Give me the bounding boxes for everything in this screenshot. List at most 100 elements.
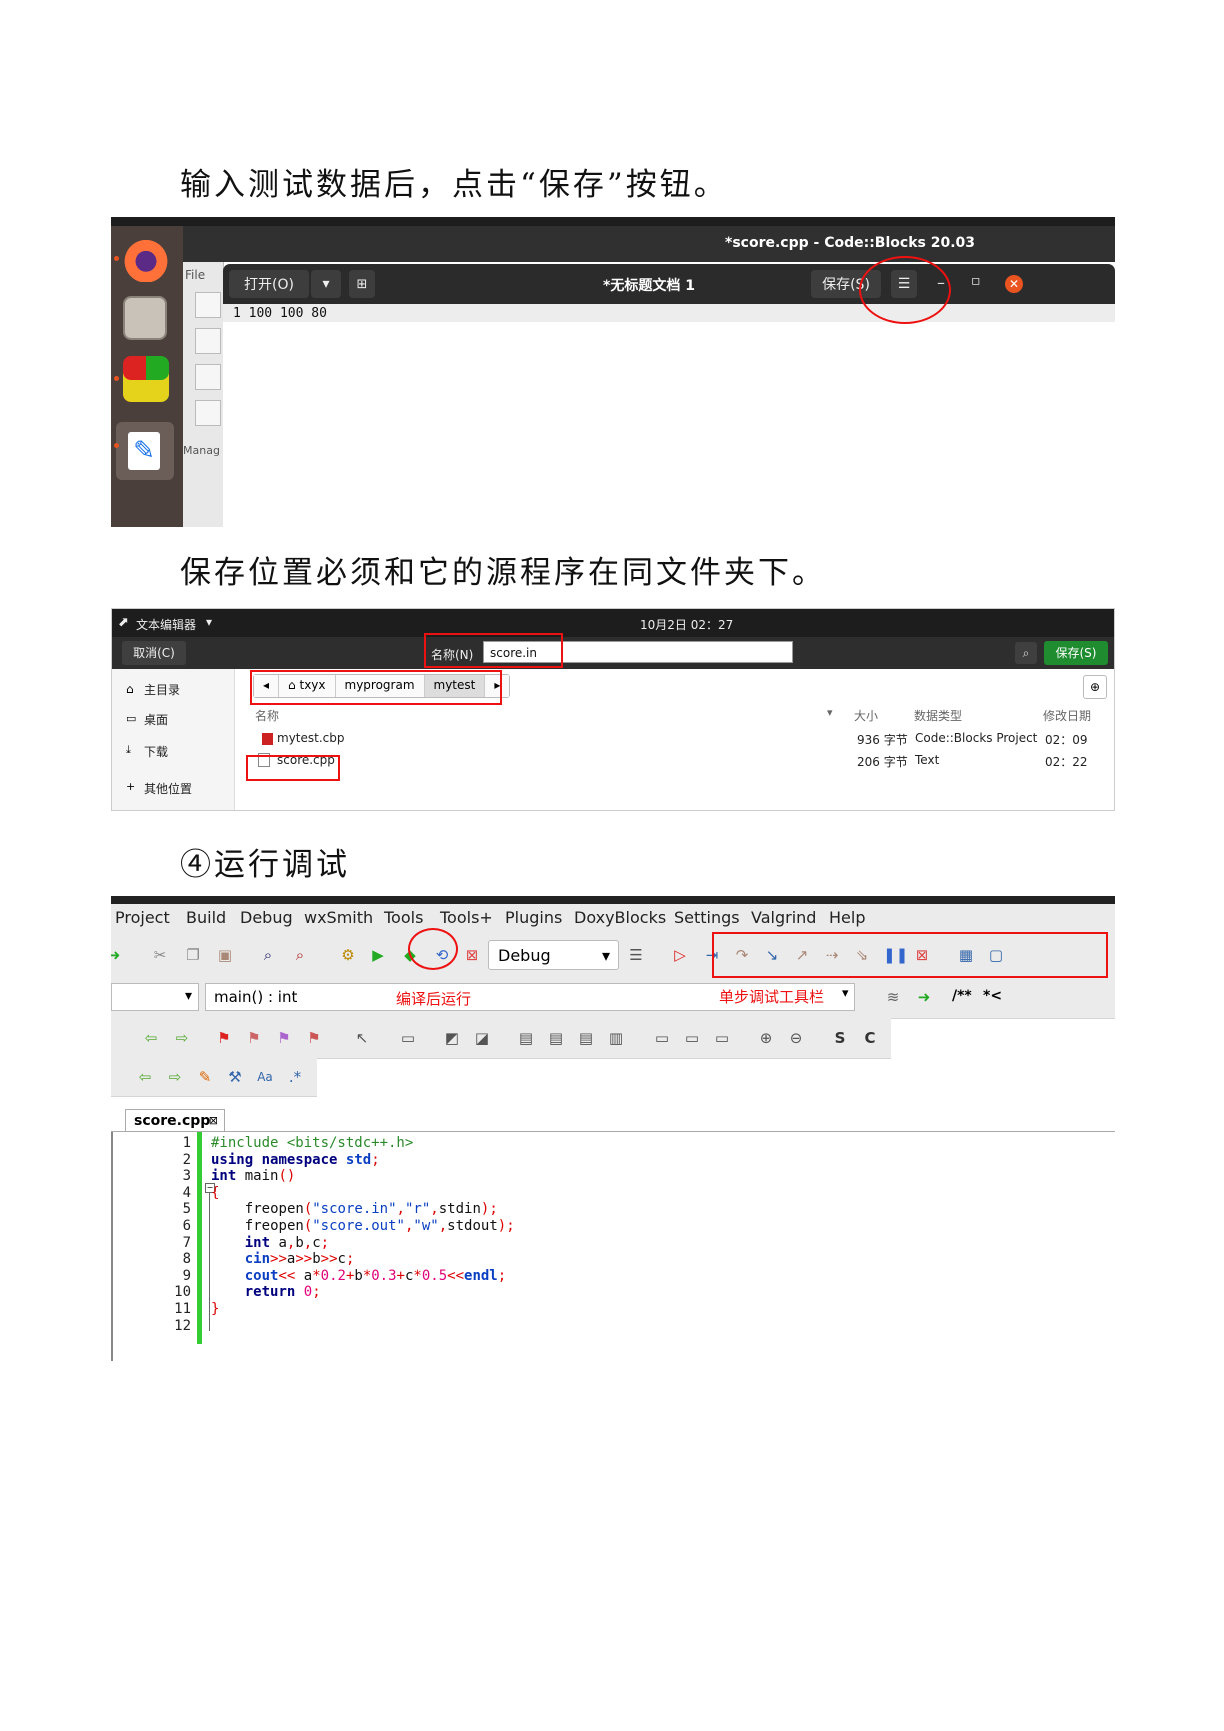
new-tab-button[interactable]: ⊞: [349, 270, 375, 298]
jump-icon[interactable]: ➜: [915, 988, 933, 1006]
toolbar-button[interactable]: [195, 364, 221, 390]
run-icon[interactable]: ▶: [369, 946, 387, 964]
menu-build[interactable]: Build: [186, 908, 226, 927]
build-gear-icon[interactable]: ⚙: [339, 946, 357, 964]
code-editor[interactable]: score.cpp ⊠ − 1 #include <bits/stdc++.h> 2…: [111, 1109, 1115, 1361]
sizer3-icon[interactable]: ▤: [577, 1029, 595, 1047]
code-line[interactable]: int a,b,c;: [211, 1235, 329, 1251]
toolbar-button[interactable]: [195, 328, 221, 354]
code-line[interactable]: }: [211, 1301, 219, 1317]
sidebar-item-desktop[interactable]: 桌面: [144, 711, 168, 728]
column-type[interactable]: 数据类型: [914, 707, 962, 724]
editor-body[interactable]: [223, 322, 1115, 527]
code-line[interactable]: int main(): [211, 1168, 295, 1184]
back-icon[interactable]: ⇦: [136, 1068, 154, 1086]
doxy-block-button[interactable]: /**: [952, 988, 972, 1004]
zoom-out-icon[interactable]: ⊖: [787, 1029, 805, 1047]
menu-help[interactable]: Help: [829, 908, 865, 927]
scope-select[interactable]: ▾: [111, 983, 199, 1011]
code-line[interactable]: {: [211, 1185, 219, 1201]
new-folder-button[interactable]: ⊕: [1083, 675, 1107, 699]
text-editor-icon[interactable]: ✎: [116, 422, 174, 480]
cut-icon[interactable]: ✂: [151, 946, 169, 964]
menu-tools-plus[interactable]: Tools+: [440, 908, 493, 927]
app-menu[interactable]: 文本编辑器: [136, 616, 196, 633]
menu-project[interactable]: Project: [115, 908, 170, 927]
zoom-in-icon[interactable]: ⊕: [757, 1029, 775, 1047]
frame-icon[interactable]: ▭: [653, 1029, 671, 1047]
paste-icon[interactable]: ▣: [216, 946, 234, 964]
code-line[interactable]: cin>>a>>b>>c;: [211, 1251, 355, 1267]
regex-icon[interactable]: .*: [286, 1068, 304, 1086]
ubuntu-dock: ✎: [111, 226, 183, 527]
annotation-build-run: 编译后运行: [396, 990, 472, 1008]
pointer-icon[interactable]: ↖: [353, 1029, 371, 1047]
code-line[interactable]: #include <bits/stdc++.h>: [211, 1135, 413, 1151]
menu-valgrind[interactable]: Valgrind: [751, 908, 816, 927]
forward-icon[interactable]: ⇨: [166, 1068, 184, 1086]
file-menu[interactable]: File: [185, 268, 205, 282]
code-line[interactable]: cout<< a*0.2+b*0.3+c*0.5<<endl;: [211, 1268, 506, 1284]
layout-icon[interactable]: ◩: [443, 1029, 461, 1047]
editor-tab[interactable]: score.cpp ⊠: [125, 1109, 225, 1131]
open-button[interactable]: 打开(O): [229, 270, 309, 298]
abort-icon[interactable]: ⊠: [463, 946, 481, 964]
bookmark-toggle-icon[interactable]: ⚑: [215, 1029, 233, 1047]
column-name[interactable]: 名称: [255, 707, 279, 724]
maximize-icon[interactable]: ▫: [971, 273, 981, 289]
s-icon[interactable]: S: [831, 1029, 849, 1047]
doxy-line-button[interactable]: *<: [983, 988, 1002, 1004]
sidebar-item-downloads[interactable]: 下载: [144, 743, 168, 760]
highlight-icon[interactable]: ✎: [196, 1068, 214, 1086]
files-icon[interactable]: [123, 296, 167, 340]
forward-icon[interactable]: ⇨: [173, 1029, 191, 1047]
save-button[interactable]: 保存(S): [1044, 641, 1108, 665]
menu-debug[interactable]: Debug: [240, 908, 293, 927]
code-line[interactable]: return 0;: [211, 1284, 321, 1300]
menu-settings[interactable]: Settings: [674, 908, 740, 927]
sizer4-icon[interactable]: ▥: [607, 1029, 625, 1047]
code-line[interactable]: freopen("score.in","r",stdin);: [211, 1201, 498, 1217]
codeblocks-icon[interactable]: [123, 356, 169, 402]
bookmark-next-icon[interactable]: ⚑: [275, 1029, 293, 1047]
bookmark-clear-icon[interactable]: ⚑: [305, 1029, 323, 1047]
frame3-icon[interactable]: ▭: [713, 1029, 731, 1047]
tools-icon[interactable]: ⚒: [226, 1068, 244, 1086]
column-size[interactable]: 大小: [854, 707, 878, 724]
widget-icon[interactable]: ▭: [399, 1029, 417, 1047]
close-icon[interactable]: ✕: [1005, 275, 1023, 293]
firefox-icon[interactable]: [123, 236, 169, 282]
font-icon[interactable]: Aa: [256, 1068, 274, 1086]
build-target-select[interactable]: Debug ▾: [488, 940, 619, 970]
menu-wxsmith[interactable]: wxSmith: [304, 908, 373, 927]
back-icon[interactable]: ⇦: [142, 1029, 160, 1047]
editor-first-line[interactable]: 1 100 100 80: [233, 306, 327, 321]
debug-start-icon[interactable]: ▷: [671, 946, 689, 964]
open-dropdown-button[interactable]: ▾: [311, 270, 341, 298]
sizer-icon[interactable]: ▤: [517, 1029, 535, 1047]
close-icon[interactable]: ⊠: [209, 1110, 218, 1132]
code-line[interactable]: freopen("score.out","w",stdout);: [211, 1218, 515, 1234]
bookmark-prev-icon[interactable]: ⚑: [245, 1029, 263, 1047]
search-button[interactable]: ⌕: [1015, 642, 1037, 664]
code-line[interactable]: using namespace std;: [211, 1152, 380, 1168]
menu-tools[interactable]: Tools: [384, 908, 423, 927]
stack-icon[interactable]: ≋: [884, 988, 902, 1006]
toolbar-button[interactable]: [195, 292, 221, 318]
column-modified[interactable]: 修改日期: [1043, 707, 1091, 724]
copy-icon[interactable]: ❐: [184, 946, 202, 964]
menu-doxyblocks[interactable]: DoxyBlocks: [574, 908, 666, 927]
sidebar-item-home[interactable]: 主目录: [144, 681, 180, 698]
toolbar-button[interactable]: [195, 400, 221, 426]
log-icon[interactable]: ☰: [627, 946, 645, 964]
frame2-icon[interactable]: ▭: [683, 1029, 701, 1047]
sizer2-icon[interactable]: ▤: [547, 1029, 565, 1047]
layout-alt-icon[interactable]: ◪: [473, 1029, 491, 1047]
search-icon[interactable]: ⌕: [259, 946, 277, 964]
replace-icon[interactable]: ⌕: [291, 946, 309, 964]
cancel-button[interactable]: 取消(C): [122, 641, 186, 665]
sidebar-item-other-locations[interactable]: 其他位置: [144, 780, 192, 797]
arrow-icon[interactable]: ➜: [111, 946, 123, 964]
c-icon[interactable]: C: [861, 1029, 879, 1047]
menu-plugins[interactable]: Plugins: [505, 908, 562, 927]
